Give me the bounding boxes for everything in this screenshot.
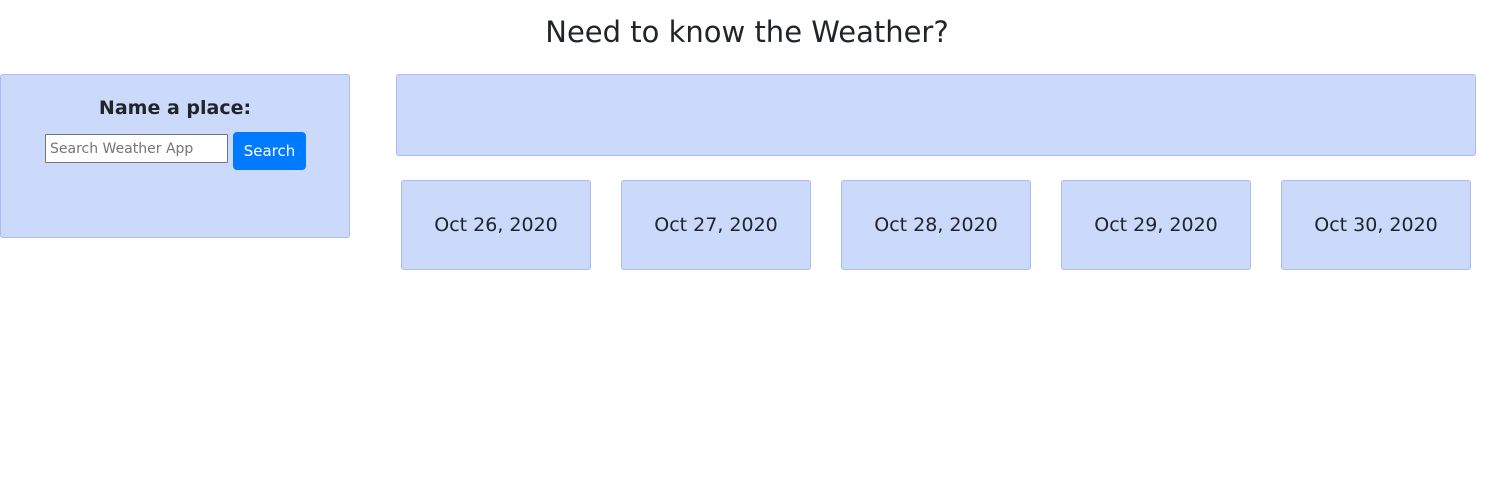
forecast-date: Oct 30, 2020 (1314, 214, 1438, 236)
forecast-date: Oct 26, 2020 (434, 214, 558, 236)
current-weather-panel (396, 74, 1476, 156)
forecast-card: Oct 29, 2020 (1061, 180, 1251, 270)
search-panel: Name a place: Search (0, 74, 350, 238)
page-title: Need to know the Weather? (545, 15, 949, 49)
forecast-card: Oct 28, 2020 (841, 180, 1031, 270)
search-heading: Name a place: (98, 97, 252, 119)
forecast-date: Oct 27, 2020 (654, 214, 778, 236)
weather-app-page: Need to know the Weather? Name a place: … (0, 0, 1494, 480)
forecast-date: Oct 28, 2020 (874, 214, 998, 236)
search-button[interactable]: Search (233, 132, 306, 170)
forecast-card: Oct 30, 2020 (1281, 180, 1471, 270)
forecast-date: Oct 29, 2020 (1094, 214, 1218, 236)
forecast-card: Oct 27, 2020 (621, 180, 811, 270)
forecast-card: Oct 26, 2020 (401, 180, 591, 270)
search-input[interactable] (45, 134, 228, 163)
